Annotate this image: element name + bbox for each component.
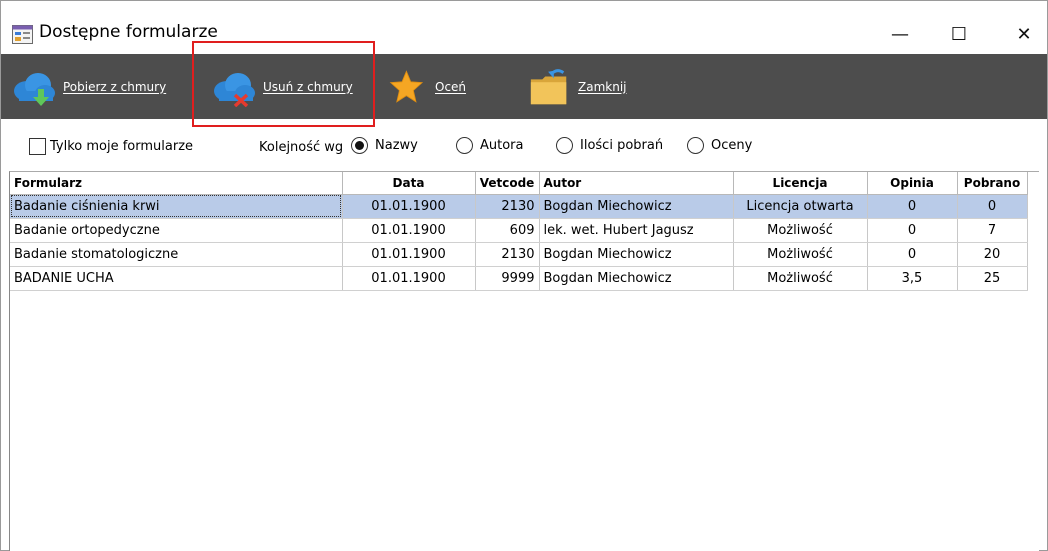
cloud-download-icon: [14, 72, 55, 106]
column-header-rating[interactable]: Opinia: [867, 172, 958, 195]
cell-date: 01.01.1900: [342, 218, 476, 243]
download-from-cloud-button[interactable]: Pobierz z chmury: [11, 54, 166, 119]
cell-license: Możliwość: [733, 218, 868, 243]
cell-downloaded: 7: [957, 218, 1028, 243]
cell-date: 01.01.1900: [342, 266, 476, 291]
filter-row: Tylko moje formularze Kolejność wg Nazwy…: [1, 131, 1047, 163]
only-my-forms-label: Tylko moje formularze: [50, 139, 194, 154]
only-my-forms-checkbox[interactable]: Tylko moje formularze: [29, 138, 193, 155]
cell-vetcode: 2130: [475, 194, 540, 219]
cell-form: Badanie ortopedyczne: [10, 218, 343, 243]
cell-license: Możliwość: [733, 266, 868, 291]
cell-downloaded: 25: [957, 266, 1028, 291]
checkbox-box[interactable]: [29, 138, 46, 155]
cell-vetcode: 609: [475, 218, 540, 243]
sort-by-downloads-radio[interactable]: Ilości pobrań: [556, 137, 663, 154]
remove-from-cloud-label: Usuń z chmury: [263, 79, 353, 94]
radio-indicator[interactable]: [556, 137, 573, 154]
sort-order-label: Kolejność wg: [259, 140, 344, 155]
forms-table: Formularz Data Vetcode Autor Licencja Op…: [10, 172, 1028, 291]
cell-rating: 3,5: [867, 266, 958, 291]
table-header-row: Formularz Data Vetcode Autor Licencja Op…: [10, 172, 1028, 195]
cell-downloaded: 20: [957, 242, 1028, 267]
cell-license: Licencja otwarta: [733, 194, 868, 219]
cell-vetcode: 2130: [475, 242, 540, 267]
sort-by-name-radio[interactable]: Nazwy: [351, 137, 418, 154]
sort-by-author-radio[interactable]: Autora: [456, 137, 524, 154]
radio-indicator[interactable]: [456, 137, 473, 154]
sort-by-rating-radio[interactable]: Oceny: [687, 137, 752, 154]
cell-downloaded: 0: [957, 194, 1028, 219]
forms-grid[interactable]: Formularz Data Vetcode Autor Licencja Op…: [9, 171, 1039, 551]
cell-author: Bogdan Miechowicz: [539, 266, 734, 291]
cell-date: 01.01.1900: [342, 242, 476, 267]
column-header-form[interactable]: Formularz: [10, 172, 343, 195]
table-row[interactable]: Badanie ciśnienia krwi 01.01.1900 2130 B…: [10, 194, 1028, 219]
title-bar: Dostępne formularze — ☐ ✕: [1, 1, 1047, 54]
toolbar: Pobierz z chmury Usuń z chmury Oceń Zamk…: [1, 54, 1047, 119]
table-row[interactable]: BADANIE UCHA 01.01.1900 9999 Bogdan Miec…: [10, 266, 1028, 291]
sort-by-rating-label: Oceny: [711, 138, 753, 153]
cell-license: Możliwość: [733, 242, 868, 267]
table-row[interactable]: Badanie stomatologiczne 01.01.1900 2130 …: [10, 242, 1028, 267]
cell-rating: 0: [867, 242, 958, 267]
cell-vetcode: 9999: [475, 266, 540, 291]
cell-form: Badanie ciśnienia krwi: [10, 194, 343, 219]
rate-label: Oceń: [435, 79, 467, 94]
cell-author: lek. wet. Hubert Jagusz: [539, 218, 734, 243]
table-row[interactable]: Badanie ortopedyczne 01.01.1900 609 lek.…: [10, 218, 1028, 243]
maximize-button[interactable]: ☐: [936, 15, 982, 53]
cell-form: Badanie stomatologiczne: [10, 242, 343, 267]
radio-indicator[interactable]: [687, 137, 704, 154]
close-window-button[interactable]: ✕: [1001, 15, 1047, 53]
window: Dostępne formularze — ☐ ✕ Pobierz z chmu…: [0, 0, 1048, 551]
minimize-button[interactable]: —: [877, 15, 923, 53]
cloud-remove-icon: [214, 72, 255, 107]
cell-form: BADANIE UCHA: [10, 266, 343, 291]
rate-button[interactable]: Oceń: [389, 54, 466, 119]
close-button[interactable]: Zamknij: [528, 54, 627, 119]
column-header-vetcode[interactable]: Vetcode: [475, 172, 540, 195]
sort-by-author-label: Autora: [480, 138, 524, 153]
close-label: Zamknij: [578, 79, 627, 94]
folder-close-icon: [530, 68, 567, 104]
sort-by-name-label: Nazwy: [375, 138, 418, 153]
cell-author: Bogdan Miechowicz: [539, 194, 734, 219]
cell-rating: 0: [867, 218, 958, 243]
column-header-license[interactable]: Licencja: [733, 172, 868, 195]
remove-from-cloud-button[interactable]: Usuń z chmury: [211, 54, 353, 119]
form-app-icon: [12, 25, 33, 44]
star-icon: [389, 69, 424, 103]
cell-rating: 0: [867, 194, 958, 219]
column-header-date[interactable]: Data: [342, 172, 476, 195]
column-header-downloaded[interactable]: Pobrano: [957, 172, 1028, 195]
window-title: Dostępne formularze: [39, 22, 218, 42]
download-from-cloud-label: Pobierz z chmury: [63, 79, 167, 94]
sort-by-downloads-label: Ilości pobrań: [580, 138, 664, 153]
cell-author: Bogdan Miechowicz: [539, 242, 734, 267]
radio-indicator[interactable]: [351, 137, 368, 154]
column-header-author[interactable]: Autor: [539, 172, 734, 195]
cell-date: 01.01.1900: [342, 194, 476, 219]
